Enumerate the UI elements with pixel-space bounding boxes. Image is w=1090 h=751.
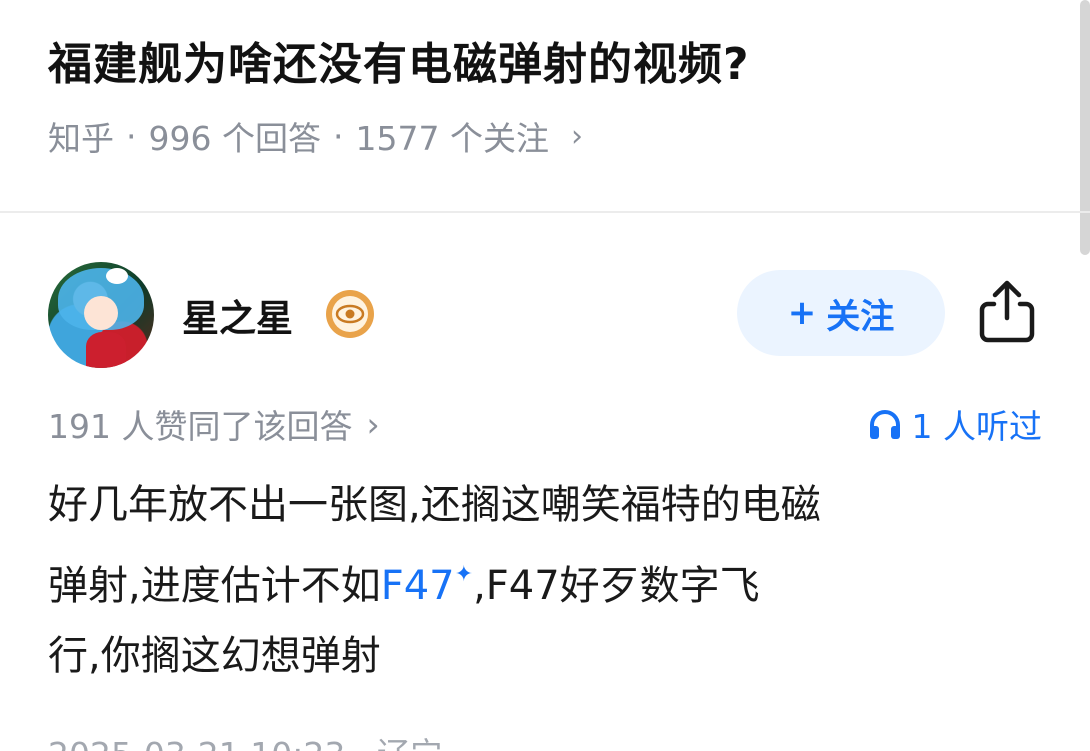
share-icon[interactable] bbox=[976, 278, 1038, 344]
avatar[interactable] bbox=[48, 262, 154, 368]
question-title[interactable]: 福建舰为啥还没有电磁弹射的视频? bbox=[48, 28, 750, 92]
f47-link[interactable]: F47✦ bbox=[380, 562, 474, 609]
answer-text: 弹射,进度估计不如 bbox=[48, 563, 381, 609]
answer-line: 行,你搁这幻想弹射 bbox=[48, 633, 381, 679]
chevron-right-icon: › bbox=[366, 404, 380, 444]
author-name[interactable]: 星之星 bbox=[182, 288, 293, 342]
answer-body[interactable]: 好几年放不出一张图,还搁这嘲笑福特的电磁 弹射,进度估计不如F47✦,F47好歹… bbox=[48, 470, 1038, 691]
listen-text: 1 人听过 bbox=[911, 407, 1043, 446]
follow-label: 关注 bbox=[826, 296, 895, 337]
votes-text: 191 人赞同了该回答 bbox=[48, 407, 353, 446]
headphones-icon bbox=[869, 410, 900, 439]
question-meta[interactable]: 知乎 · 996 个回答 · 1577 个关注 › bbox=[48, 112, 583, 160]
answers-count: 996 个回答 bbox=[148, 119, 321, 158]
eye-badge-icon[interactable] bbox=[326, 290, 374, 338]
answer-date: 2025-03-21 10:23 · 辽宁 bbox=[48, 728, 443, 751]
answer-text: ,F47好歹数字飞 bbox=[473, 563, 760, 609]
f47-link-label: F47 bbox=[380, 563, 455, 609]
divider bbox=[0, 211, 1090, 213]
separator: · bbox=[332, 116, 344, 156]
chevron-right-icon: › bbox=[570, 118, 583, 154]
answer-line: 弹射,进度估计不如F47✦,F47好歹数字飞 bbox=[48, 540, 1038, 621]
follow-button[interactable]: + 关注 bbox=[737, 270, 945, 356]
source-label: 知乎 bbox=[48, 119, 114, 158]
votes-link[interactable]: 191 人赞同了该回答 › bbox=[48, 400, 380, 448]
scrollbar[interactable] bbox=[1080, 0, 1090, 255]
answer-line: 好几年放不出一张图,还搁这嘲笑福特的电磁 bbox=[48, 482, 821, 528]
plus-icon: + bbox=[787, 293, 817, 333]
listen-indicator[interactable]: 1 人听过 bbox=[868, 400, 1043, 448]
sparkle-icon: ✦ bbox=[454, 562, 474, 587]
separator: · bbox=[126, 116, 137, 156]
answer-page: 福建舰为啥还没有电磁弹射的视频? 知乎 · 996 个回答 · 1577 个关注… bbox=[0, 0, 1090, 751]
followers-count: 1577 个关注 bbox=[355, 119, 549, 158]
